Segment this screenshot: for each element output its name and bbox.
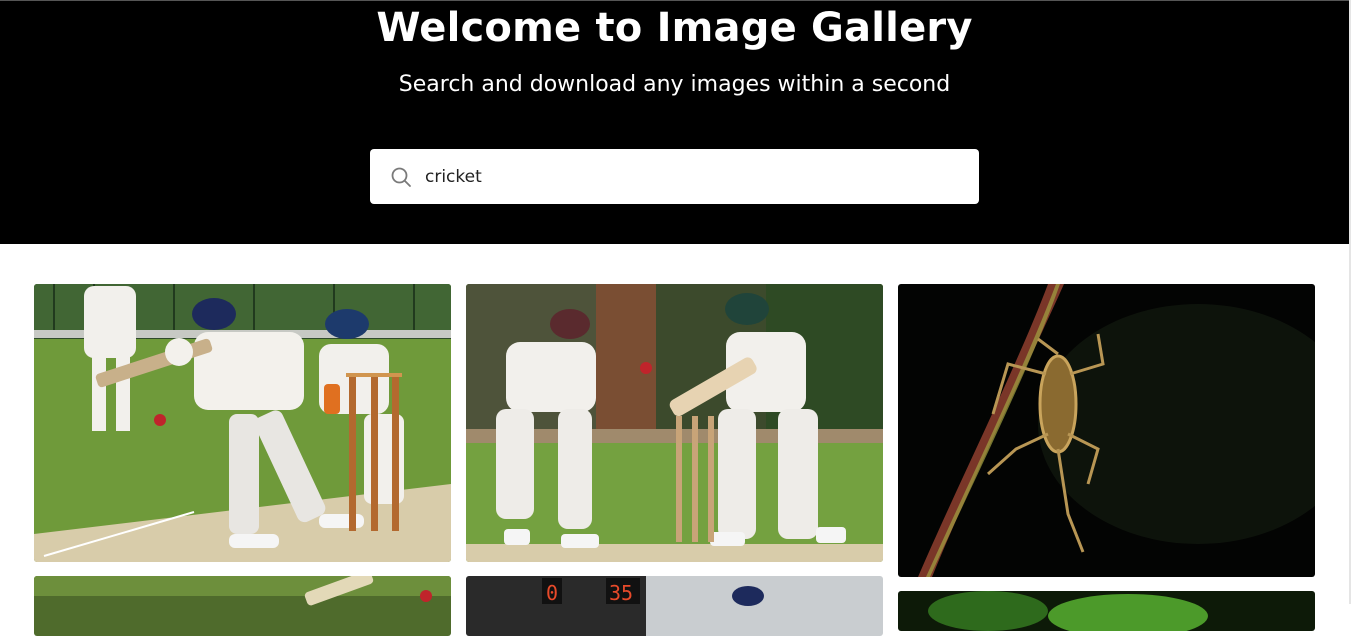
svg-text:35: 35 [609, 581, 633, 605]
gallery-image-cricket-batsman-keeper[interactable] [34, 284, 451, 562]
page-subtitle: Search and download any images within a … [398, 72, 951, 97]
gallery-image-cricket-batsman-swing[interactable] [466, 284, 883, 562]
gallery-image-cricket-batsman-2[interactable] [34, 576, 451, 636]
search-icon [391, 167, 411, 187]
svg-text:0: 0 [546, 581, 558, 605]
gallery-image-insect[interactable] [898, 284, 1315, 577]
search-input[interactable] [425, 161, 955, 192]
search-bar[interactable] [370, 149, 979, 204]
gallery-image-cricket-scoreboard[interactable]: 0 35 [466, 576, 883, 636]
hero-banner: Welcome to Image Gallery Search and down… [0, 0, 1349, 244]
page-title: Welcome to Image Gallery [376, 5, 973, 51]
gallery-image-green-foliage[interactable] [898, 591, 1315, 631]
